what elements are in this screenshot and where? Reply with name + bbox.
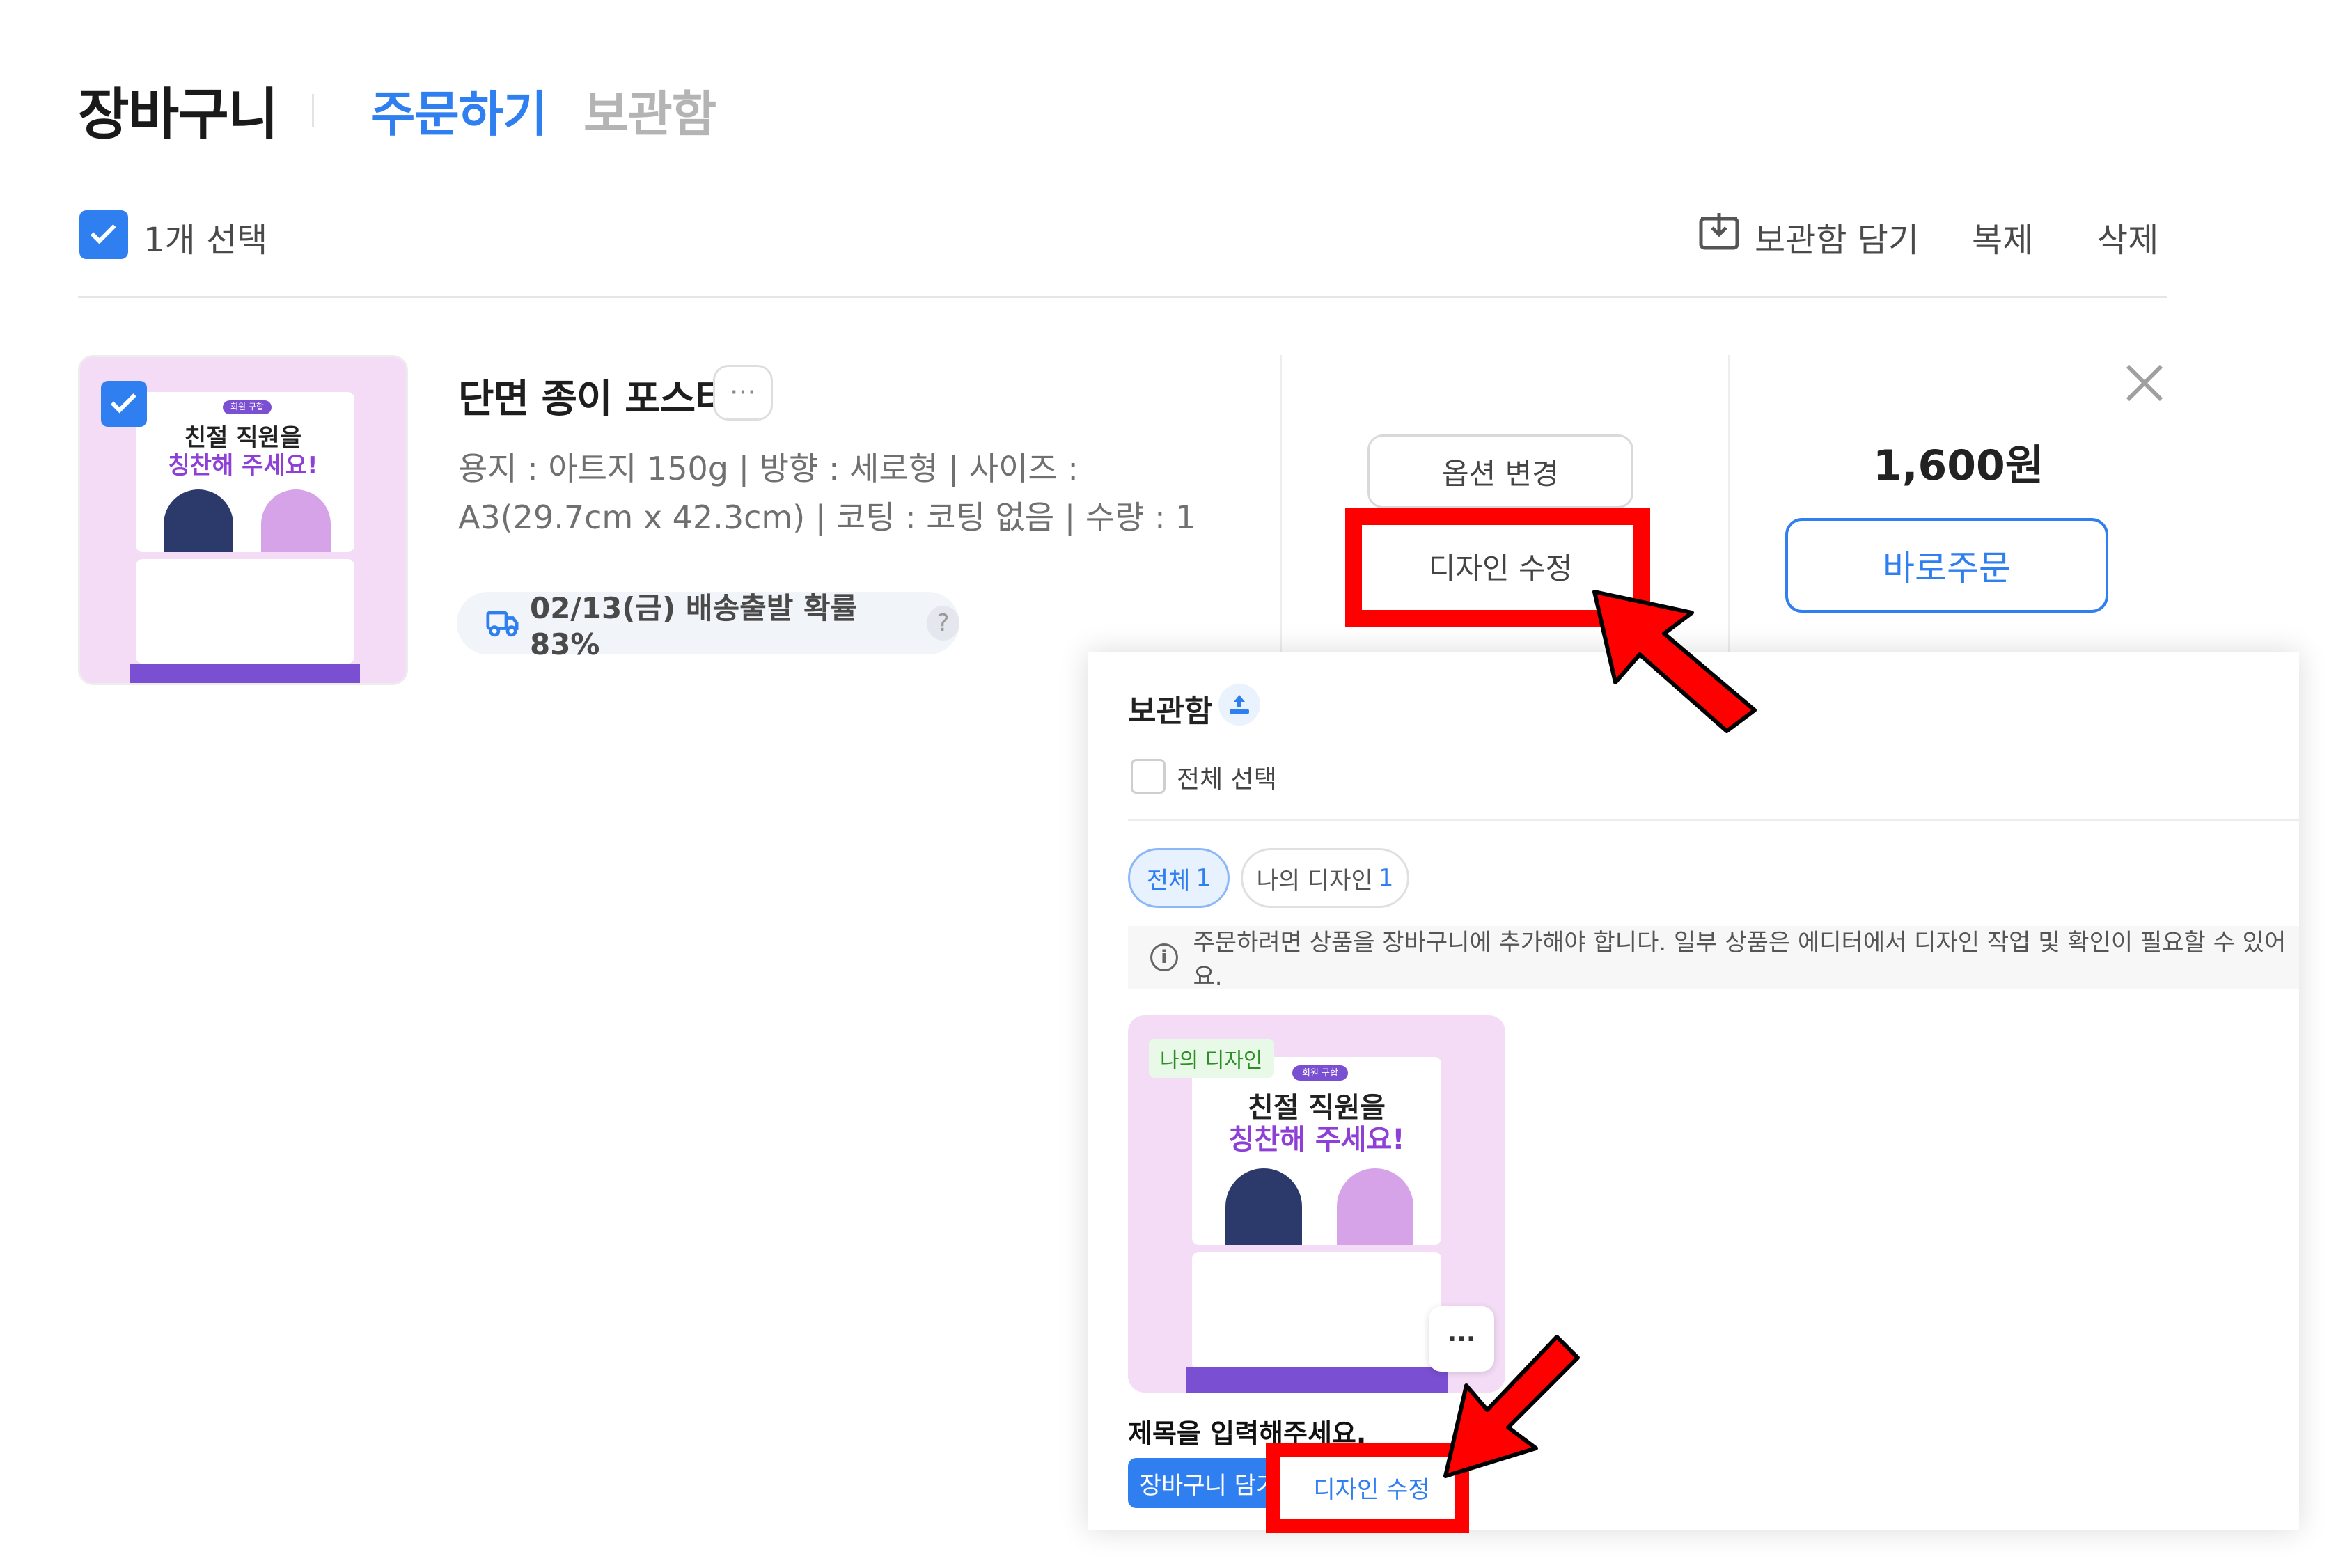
chip-count: 1	[1378, 864, 1394, 892]
product-thumbnail[interactable]: 회원 구합 친절 직원을 칭찬해 주세요!	[78, 355, 408, 685]
add-to-storage-button[interactable]: 보관함 담기	[1755, 212, 1919, 261]
chip-all[interactable]: 전체 1	[1128, 848, 1230, 908]
chip-label: 나의 디자인	[1256, 866, 1373, 895]
truck-icon	[486, 611, 519, 637]
panel-divider	[1128, 819, 2299, 821]
select-all-checkbox[interactable]	[79, 210, 128, 259]
poster-headline-2: 칭찬해 주세요!	[1228, 1124, 1405, 1156]
poster-footer	[1186, 1367, 1448, 1393]
poster-tag: 회원 구합	[223, 400, 272, 414]
product-name: 단면 종이 포스터	[458, 377, 731, 422]
check-icon	[90, 218, 116, 244]
product-spec: 용지 : 아트지 150g | 방향 : 세로형 | 사이즈 : A3(29.7…	[458, 450, 1196, 536]
title-divider	[312, 94, 314, 127]
product-price: 1,600원	[1873, 441, 2044, 490]
chip-label: 전체	[1146, 866, 1191, 895]
poster-figure	[261, 489, 331, 552]
delete-button[interactable]: 삭제	[2097, 212, 2158, 261]
tab-storage[interactable]: 보관함	[583, 75, 716, 146]
poster-figure	[1225, 1168, 1302, 1245]
option-change-button[interactable]: 옵션 변경	[1367, 434, 1633, 508]
poster-footer	[130, 664, 360, 683]
chip-my-design[interactable]: 나의 디자인 1	[1241, 848, 1409, 908]
close-icon[interactable]	[2124, 362, 2165, 404]
shipping-estimate: 02/13(금) 배송출발 확률 83% ?	[457, 591, 959, 661]
page-title: 장바구니	[78, 82, 279, 147]
info-icon: i	[1150, 943, 1178, 971]
chip-count: 1	[1195, 864, 1212, 892]
notice-banner: i 주문하려면 상품을 장바구니에 추가해야 합니다. 일부 상품은 에디터에서…	[1128, 926, 2299, 991]
storage-add-icon[interactable]	[1698, 210, 1742, 252]
tab-order[interactable]: 주문하기	[370, 75, 548, 146]
product-more-button[interactable]: ···	[713, 365, 773, 421]
select-all-label: 전체 선택	[1177, 765, 1277, 794]
pointer-arrow-icon	[1592, 590, 1757, 733]
poster-tag: 회원 구합	[1292, 1065, 1348, 1081]
upload-icon[interactable]	[1218, 684, 1260, 726]
help-icon[interactable]: ?	[927, 606, 959, 641]
notice-text: 주문하려면 상품을 장바구니에 추가해야 합니다. 일부 상품은 에디터에서 디…	[1193, 929, 2287, 991]
select-all-checkbox[interactable]	[1131, 759, 1166, 794]
divider	[78, 296, 2167, 298]
buy-now-button[interactable]: 바로주문	[1785, 518, 2108, 613]
duplicate-button[interactable]: 복제	[1972, 212, 2033, 261]
my-design-badge: 나의 디자인	[1149, 1039, 1274, 1078]
poster-headline-2: 칭찬해 주세요!	[168, 452, 318, 480]
panel-title: 보관함	[1128, 693, 1213, 729]
poster-figure	[164, 489, 233, 552]
shipping-text: 02/13(금) 배송출발 확률 83%	[529, 591, 858, 661]
column-divider	[1280, 355, 1282, 654]
selected-count: 1개 선택	[143, 221, 268, 260]
check-icon	[110, 387, 136, 414]
pointer-arrow-icon	[1443, 1335, 1580, 1478]
poster-figure	[1337, 1168, 1413, 1245]
item-checkbox[interactable]	[101, 381, 147, 427]
